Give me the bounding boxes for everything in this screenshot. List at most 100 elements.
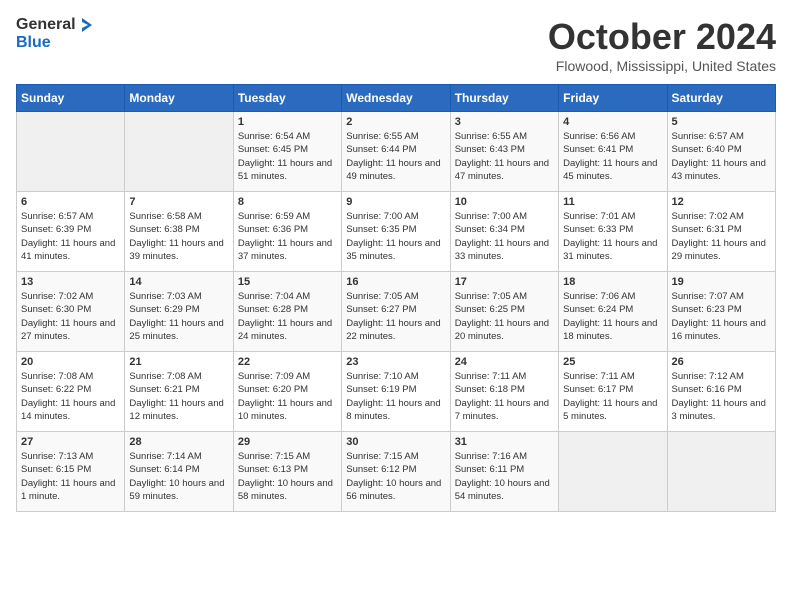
day-info: Sunrise: 6:55 AM Sunset: 6:43 PM Dayligh… [455, 130, 554, 183]
day-cell: 17 Sunrise: 7:05 AM Sunset: 6:25 PM Dayli… [450, 272, 558, 352]
day-info: Sunrise: 7:11 AM Sunset: 6:18 PM Dayligh… [455, 370, 554, 423]
day-number: 12 [672, 196, 771, 208]
day-info: Sunrise: 6:55 AM Sunset: 6:44 PM Dayligh… [346, 130, 445, 183]
day-info: Sunrise: 7:08 AM Sunset: 6:21 PM Dayligh… [129, 370, 228, 423]
day-cell: 22 Sunrise: 7:09 AM Sunset: 6:20 PM Dayli… [233, 352, 341, 432]
day-cell: 23 Sunrise: 7:10 AM Sunset: 6:19 PM Dayli… [342, 352, 450, 432]
week-row-1: 1Sunrise: 6:54 AM Sunset: 6:45 PM Daylig… [17, 112, 776, 192]
day-number: 8 [238, 196, 337, 208]
day-cell: 24 Sunrise: 7:11 AM Sunset: 6:18 PM Dayli… [450, 352, 558, 432]
week-row-2: 6Sunrise: 6:57 AM Sunset: 6:39 PM Daylig… [17, 192, 776, 272]
day-cell: 13 Sunrise: 7:02 AM Sunset: 6:30 PM Dayli… [17, 272, 125, 352]
day-info: Sunrise: 6:58 AM Sunset: 6:38 PM Dayligh… [129, 210, 228, 263]
header: General Blue October 2024 Flowood, Missi… [16, 16, 776, 74]
title-area: October 2024 Flowood, Mississippi, Unite… [548, 16, 776, 74]
day-info: Sunrise: 7:02 AM Sunset: 6:30 PM Dayligh… [21, 290, 120, 343]
day-number: 11 [563, 196, 662, 208]
day-cell: 11 Sunrise: 7:01 AM Sunset: 6:33 PM Dayli… [559, 192, 667, 272]
day-cell: 31 Sunrise: 7:16 AM Sunset: 6:11 PM Dayli… [450, 432, 558, 512]
day-number: 20 [21, 356, 120, 368]
col-saturday: Saturday [667, 85, 775, 112]
day-cell: 5 Sunrise: 6:57 AM Sunset: 6:40 PM Daylig… [667, 112, 775, 192]
day-info: Sunrise: 7:00 AM Sunset: 6:35 PM Dayligh… [346, 210, 445, 263]
day-number: 3 [455, 116, 554, 128]
day-info: Sunrise: 7:03 AM Sunset: 6:29 PM Dayligh… [129, 290, 228, 343]
day-cell: 29 Sunrise: 7:15 AM Sunset: 6:13 PM Dayli… [233, 432, 341, 512]
day-number: 7 [129, 196, 228, 208]
day-number: 13 [21, 276, 120, 288]
day-info: Sunrise: 6:57 AM Sunset: 6:39 PM Dayligh… [21, 210, 120, 263]
col-tuesday: Tuesday [233, 85, 341, 112]
day-number: 16 [346, 276, 445, 288]
col-sunday: Sunday [17, 85, 125, 112]
day-number: 22 [238, 356, 337, 368]
day-number: 5 [672, 116, 771, 128]
col-wednesday: Wednesday [342, 85, 450, 112]
day-cell: 26Sunrise: 7:12 AM Sunset: 6:16 PM Dayli… [667, 352, 775, 432]
day-cell [667, 432, 775, 512]
day-cell: 12 Sunrise: 7:02 AM Sunset: 6:31 PM Dayli… [667, 192, 775, 272]
day-cell: 25 Sunrise: 7:11 AM Sunset: 6:17 PM Dayli… [559, 352, 667, 432]
day-cell: 1Sunrise: 6:54 AM Sunset: 6:45 PM Daylig… [233, 112, 341, 192]
day-number: 4 [563, 116, 662, 128]
day-info: Sunrise: 7:06 AM Sunset: 6:24 PM Dayligh… [563, 290, 662, 343]
day-info: Sunrise: 7:11 AM Sunset: 6:17 PM Dayligh… [563, 370, 662, 423]
day-cell: 8 Sunrise: 6:59 AM Sunset: 6:36 PM Daylig… [233, 192, 341, 272]
week-row-4: 20 Sunrise: 7:08 AM Sunset: 6:22 PM Dayli… [17, 352, 776, 432]
day-cell [125, 112, 233, 192]
day-info: Sunrise: 7:05 AM Sunset: 6:25 PM Dayligh… [455, 290, 554, 343]
day-cell: 21Sunrise: 7:08 AM Sunset: 6:21 PM Dayli… [125, 352, 233, 432]
day-info: Sunrise: 7:05 AM Sunset: 6:27 PM Dayligh… [346, 290, 445, 343]
calendar-table: Sunday Monday Tuesday Wednesday Thursday… [16, 84, 776, 512]
day-number: 24 [455, 356, 554, 368]
day-number: 1 [238, 116, 337, 128]
calendar-body: 1Sunrise: 6:54 AM Sunset: 6:45 PM Daylig… [17, 112, 776, 512]
day-number: 31 [455, 436, 554, 448]
day-info: Sunrise: 6:59 AM Sunset: 6:36 PM Dayligh… [238, 210, 337, 263]
day-number: 14 [129, 276, 228, 288]
day-info: Sunrise: 7:14 AM Sunset: 6:14 PM Dayligh… [129, 450, 228, 503]
day-cell: 9Sunrise: 7:00 AM Sunset: 6:35 PM Daylig… [342, 192, 450, 272]
day-info: Sunrise: 7:15 AM Sunset: 6:13 PM Dayligh… [238, 450, 337, 503]
day-number: 10 [455, 196, 554, 208]
day-cell: 3 Sunrise: 6:55 AM Sunset: 6:43 PM Daylig… [450, 112, 558, 192]
day-number: 17 [455, 276, 554, 288]
day-info: Sunrise: 7:16 AM Sunset: 6:11 PM Dayligh… [455, 450, 554, 503]
day-cell: 6Sunrise: 6:57 AM Sunset: 6:39 PM Daylig… [17, 192, 125, 272]
location-title: Flowood, Mississippi, United States [548, 58, 776, 74]
day-number: 23 [346, 356, 445, 368]
day-info: Sunrise: 7:10 AM Sunset: 6:19 PM Dayligh… [346, 370, 445, 423]
day-number: 25 [563, 356, 662, 368]
day-cell: 28 Sunrise: 7:14 AM Sunset: 6:14 PM Dayli… [125, 432, 233, 512]
day-info: Sunrise: 7:15 AM Sunset: 6:12 PM Dayligh… [346, 450, 445, 503]
day-info: Sunrise: 7:01 AM Sunset: 6:33 PM Dayligh… [563, 210, 662, 263]
day-cell: 14 Sunrise: 7:03 AM Sunset: 6:29 PM Dayli… [125, 272, 233, 352]
day-cell: 20 Sunrise: 7:08 AM Sunset: 6:22 PM Dayli… [17, 352, 125, 432]
day-number: 28 [129, 436, 228, 448]
day-cell: 2 Sunrise: 6:55 AM Sunset: 6:44 PM Daylig… [342, 112, 450, 192]
col-friday: Friday [559, 85, 667, 112]
day-cell: 30Sunrise: 7:15 AM Sunset: 6:12 PM Dayli… [342, 432, 450, 512]
day-number: 2 [346, 116, 445, 128]
calendar-header: Sunday Monday Tuesday Wednesday Thursday… [17, 85, 776, 112]
day-number: 15 [238, 276, 337, 288]
day-info: Sunrise: 7:00 AM Sunset: 6:34 PM Dayligh… [455, 210, 554, 263]
day-number: 29 [238, 436, 337, 448]
week-row-5: 27 Sunrise: 7:13 AM Sunset: 6:15 PM Dayli… [17, 432, 776, 512]
day-info: Sunrise: 7:12 AM Sunset: 6:16 PM Dayligh… [672, 370, 771, 423]
day-cell: 10 Sunrise: 7:00 AM Sunset: 6:34 PM Dayli… [450, 192, 558, 272]
day-info: Sunrise: 7:13 AM Sunset: 6:15 PM Dayligh… [21, 450, 120, 503]
day-info: Sunrise: 6:56 AM Sunset: 6:41 PM Dayligh… [563, 130, 662, 183]
day-number: 19 [672, 276, 771, 288]
day-info: Sunrise: 6:57 AM Sunset: 6:40 PM Dayligh… [672, 130, 771, 183]
day-cell [559, 432, 667, 512]
week-row-3: 13 Sunrise: 7:02 AM Sunset: 6:30 PM Dayli… [17, 272, 776, 352]
day-info: Sunrise: 7:08 AM Sunset: 6:22 PM Dayligh… [21, 370, 120, 423]
day-number: 27 [21, 436, 120, 448]
col-thursday: Thursday [450, 85, 558, 112]
day-info: Sunrise: 7:02 AM Sunset: 6:31 PM Dayligh… [672, 210, 771, 263]
day-cell: 4 Sunrise: 6:56 AM Sunset: 6:41 PM Daylig… [559, 112, 667, 192]
day-info: Sunrise: 7:04 AM Sunset: 6:28 PM Dayligh… [238, 290, 337, 343]
day-info: Sunrise: 7:09 AM Sunset: 6:20 PM Dayligh… [238, 370, 337, 423]
day-cell: 7 Sunrise: 6:58 AM Sunset: 6:38 PM Daylig… [125, 192, 233, 272]
